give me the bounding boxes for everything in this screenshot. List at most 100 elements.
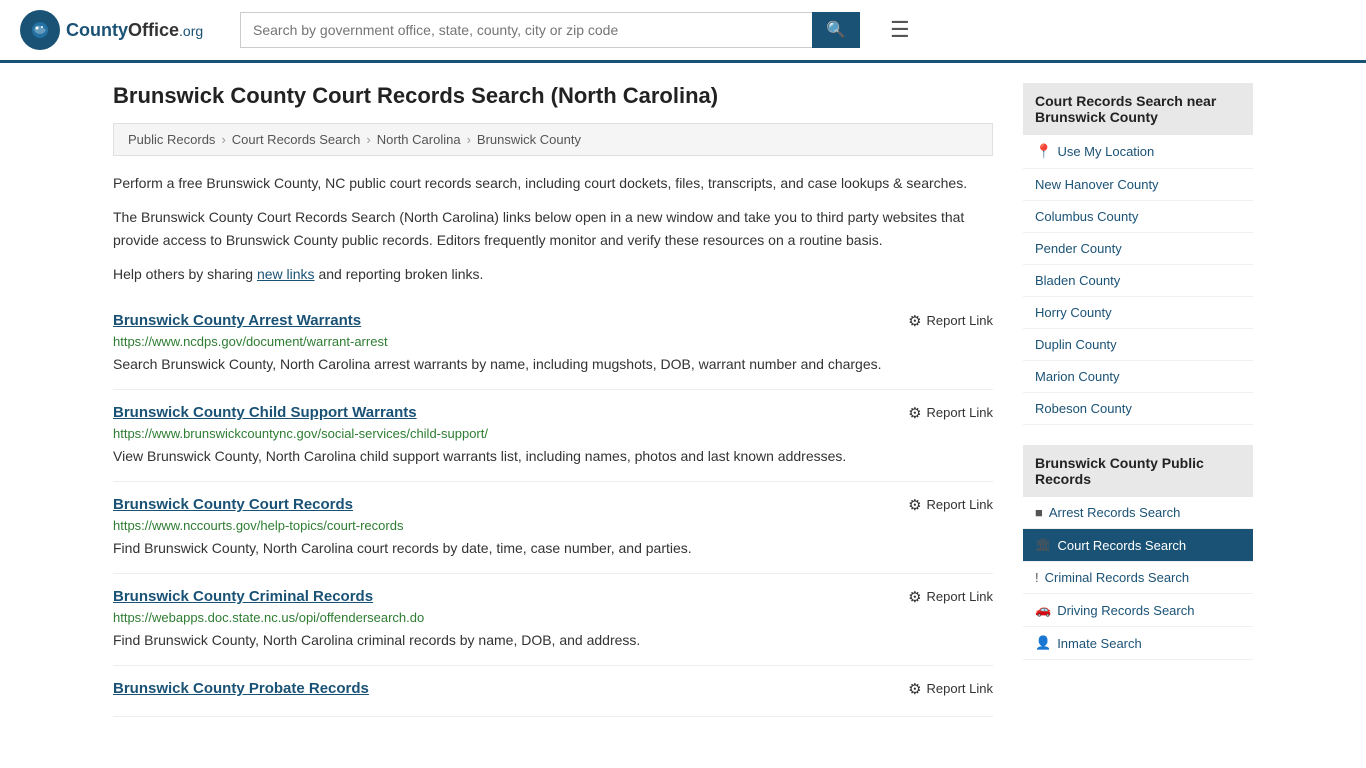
report-link-label-1: Report Link: [927, 405, 993, 420]
record-title-1[interactable]: Brunswick County Child Support Warrants: [113, 404, 417, 421]
record-desc-1: View Brunswick County, North Carolina ch…: [113, 446, 993, 467]
nearby-section: Court Records Search near Brunswick Coun…: [1023, 83, 1253, 425]
breadcrumb-north-carolina[interactable]: North Carolina: [377, 132, 461, 147]
public-records-item-1[interactable]: 🏛 Court Records Search: [1023, 529, 1253, 562]
public-records-icon-2: !: [1035, 570, 1039, 585]
public-records-header: Brunswick County Public Records: [1023, 445, 1253, 497]
public-records-link-0[interactable]: Arrest Records Search: [1049, 505, 1181, 520]
report-link-icon-3: ⚙: [908, 588, 921, 606]
record-url-1: https://www.brunswickcountync.gov/social…: [113, 426, 993, 441]
site-header: CountyOffice.org 🔍 ☰: [0, 0, 1366, 63]
report-link-0[interactable]: ⚙ Report Link: [908, 312, 993, 330]
record-url-0: https://www.ncdps.gov/document/warrant-a…: [113, 334, 993, 349]
record-desc-3: Find Brunswick County, North Carolina cr…: [113, 630, 993, 651]
nearby-county-link-4[interactable]: Horry County: [1035, 305, 1112, 320]
public-records-list: ■ Arrest Records Search 🏛 Court Records …: [1023, 497, 1253, 660]
record-desc-2: Find Brunswick County, North Carolina co…: [113, 538, 993, 559]
nearby-county-7[interactable]: Robeson County: [1023, 393, 1253, 425]
record-title-4[interactable]: Brunswick County Probate Records: [113, 680, 369, 697]
record-entry: Brunswick County Child Support Warrants …: [113, 390, 993, 482]
nearby-county-0[interactable]: New Hanover County: [1023, 169, 1253, 201]
public-records-section: Brunswick County Public Records ■ Arrest…: [1023, 445, 1253, 660]
breadcrumb-brunswick-county[interactable]: Brunswick County: [477, 132, 581, 147]
public-records-link-4[interactable]: Inmate Search: [1057, 636, 1142, 651]
logo[interactable]: CountyOffice.org: [20, 10, 220, 50]
nearby-counties-list: New Hanover County Columbus County Pender …: [1023, 169, 1253, 425]
record-title-2[interactable]: Brunswick County Court Records: [113, 496, 353, 513]
sidebar: Court Records Search near Brunswick Coun…: [1023, 83, 1253, 717]
report-link-icon-4: ⚙: [908, 680, 921, 698]
report-link-2[interactable]: ⚙ Report Link: [908, 496, 993, 514]
record-header: Brunswick County Probate Records ⚙ Repor…: [113, 680, 993, 698]
description-2: The Brunswick County Court Records Searc…: [113, 206, 993, 251]
record-url-3: https://webapps.doc.state.nc.us/opi/offe…: [113, 610, 993, 625]
record-entry: Brunswick County Probate Records ⚙ Repor…: [113, 666, 993, 717]
record-header: Brunswick County Court Records ⚙ Report …: [113, 496, 993, 514]
nearby-county-link-0[interactable]: New Hanover County: [1035, 177, 1159, 192]
report-link-icon-0: ⚙: [908, 312, 921, 330]
new-links-link[interactable]: new links: [257, 266, 315, 282]
record-header: Brunswick County Arrest Warrants ⚙ Repor…: [113, 312, 993, 330]
nearby-county-link-5[interactable]: Duplin County: [1035, 337, 1117, 352]
public-records-item-3[interactable]: 🚗 Driving Records Search: [1023, 594, 1253, 627]
use-my-location-link[interactable]: Use My Location: [1057, 144, 1154, 159]
report-link-label-2: Report Link: [927, 497, 993, 512]
nearby-county-link-1[interactable]: Columbus County: [1035, 209, 1138, 224]
record-entry: Brunswick County Criminal Records ⚙ Repo…: [113, 574, 993, 666]
public-records-icon-3: 🚗: [1035, 602, 1051, 618]
nearby-county-link-3[interactable]: Bladen County: [1035, 273, 1120, 288]
nearby-county-5[interactable]: Duplin County: [1023, 329, 1253, 361]
record-entry: Brunswick County Arrest Warrants ⚙ Repor…: [113, 298, 993, 390]
records-list: Brunswick County Arrest Warrants ⚙ Repor…: [113, 298, 993, 717]
nearby-county-link-2[interactable]: Pender County: [1035, 241, 1122, 256]
public-records-item-4[interactable]: 👤 Inmate Search: [1023, 627, 1253, 660]
logo-icon: [20, 10, 60, 50]
nearby-county-4[interactable]: Horry County: [1023, 297, 1253, 329]
public-records-icon-1: 🏛: [1035, 537, 1052, 553]
description-3: Help others by sharing new links and rep…: [113, 263, 993, 285]
record-desc-0: Search Brunswick County, North Carolina …: [113, 354, 993, 375]
report-link-label-3: Report Link: [927, 589, 993, 604]
public-records-link-2[interactable]: Criminal Records Search: [1045, 570, 1190, 585]
record-entry: Brunswick County Court Records ⚙ Report …: [113, 482, 993, 574]
record-header: Brunswick County Child Support Warrants …: [113, 404, 993, 422]
report-link-4[interactable]: ⚙ Report Link: [908, 680, 993, 698]
logo-text: CountyOffice.org: [66, 20, 203, 41]
record-title-3[interactable]: Brunswick County Criminal Records: [113, 588, 373, 605]
description-1: Perform a free Brunswick County, NC publ…: [113, 172, 993, 194]
search-button[interactable]: 🔍: [812, 12, 860, 48]
public-records-icon-4: 👤: [1035, 635, 1051, 651]
nearby-county-2[interactable]: Pender County: [1023, 233, 1253, 265]
menu-icon[interactable]: ☰: [890, 17, 910, 43]
nearby-county-link-7[interactable]: Robeson County: [1035, 401, 1132, 416]
record-url-2: https://www.nccourts.gov/help-topics/cou…: [113, 518, 993, 533]
breadcrumb: Public Records › Court Records Search › …: [113, 123, 993, 156]
public-records-item-0[interactable]: ■ Arrest Records Search: [1023, 497, 1253, 529]
public-records-link-1[interactable]: Court Records Search: [1058, 538, 1187, 553]
search-input[interactable]: [240, 12, 812, 48]
nearby-county-3[interactable]: Bladen County: [1023, 265, 1253, 297]
breadcrumb-public-records[interactable]: Public Records: [128, 132, 215, 147]
use-my-location[interactable]: 📍 Use My Location: [1023, 135, 1253, 169]
content-area: Brunswick County Court Records Search (N…: [113, 83, 993, 717]
nearby-county-link-6[interactable]: Marion County: [1035, 369, 1120, 384]
report-link-icon-1: ⚙: [908, 404, 921, 422]
report-link-3[interactable]: ⚙ Report Link: [908, 588, 993, 606]
report-link-label-0: Report Link: [927, 313, 993, 328]
location-pin-icon: 📍: [1035, 143, 1052, 160]
public-records-item-2[interactable]: ! Criminal Records Search: [1023, 562, 1253, 594]
main-container: Brunswick County Court Records Search (N…: [93, 63, 1273, 737]
breadcrumb-court-records-search[interactable]: Court Records Search: [232, 132, 361, 147]
page-title: Brunswick County Court Records Search (N…: [113, 83, 993, 109]
public-records-icon-0: ■: [1035, 505, 1043, 520]
report-link-label-4: Report Link: [927, 681, 993, 696]
record-title-0[interactable]: Brunswick County Arrest Warrants: [113, 312, 361, 329]
report-link-1[interactable]: ⚙ Report Link: [908, 404, 993, 422]
public-records-link-3[interactable]: Driving Records Search: [1057, 603, 1194, 618]
nearby-header: Court Records Search near Brunswick Coun…: [1023, 83, 1253, 135]
report-link-icon-2: ⚙: [908, 496, 921, 514]
nearby-county-1[interactable]: Columbus County: [1023, 201, 1253, 233]
record-header: Brunswick County Criminal Records ⚙ Repo…: [113, 588, 993, 606]
nearby-county-6[interactable]: Marion County: [1023, 361, 1253, 393]
search-bar[interactable]: 🔍: [240, 12, 860, 48]
